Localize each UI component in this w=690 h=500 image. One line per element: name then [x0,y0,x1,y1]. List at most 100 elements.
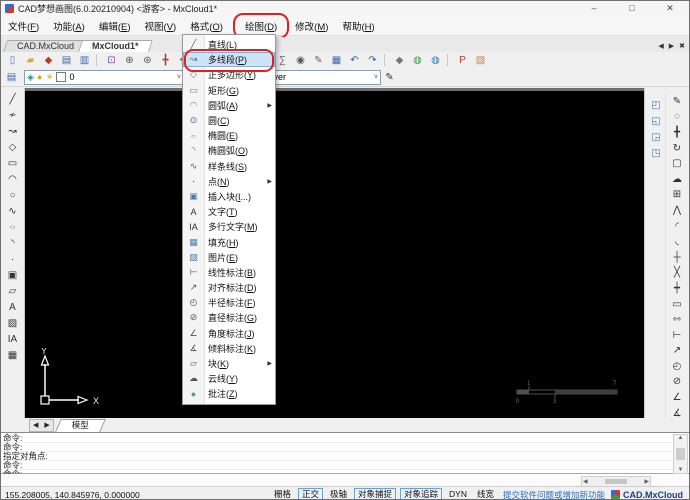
menubar-item-view[interactable]: 视图(V) [138,17,184,35]
menu-item-revcloud[interactable]: ☁云线(Y) [183,371,275,386]
scroll-right-icon[interactable]: ▶ [644,478,649,485]
dim-angular-button[interactable]: ∠ [669,390,686,405]
copy-base-button[interactable]: ◱ [648,114,665,129]
layout-next-button[interactable]: ▶ [41,421,52,429]
hatch-button[interactable]: ▦ [4,348,21,363]
image-button[interactable]: ▨ [4,316,21,331]
break-button[interactable]: ┼ [669,250,686,265]
insert-block-button[interactable]: ▣ [4,268,21,283]
menu-item-markup[interactable]: ●批注(Z) [183,386,275,401]
mtext-button[interactable]: IA [4,332,21,347]
scrollbar-thumb[interactable] [676,448,685,460]
document-tab-cad-mxcloud[interactable]: CAD.MxCloud [5,40,86,52]
web-blue-button[interactable]: ◍ [427,52,444,68]
menubar-item-modify[interactable]: 修改(M) [288,17,335,35]
menu-item-point[interactable]: ·点(N)▶ [183,174,275,189]
layout-prev-button[interactable]: ◀ [30,421,41,429]
cloud-button[interactable]: ☁ [669,172,686,187]
tab-prev-button[interactable]: ◀ [658,42,663,50]
save-all-button[interactable]: ▦ [328,52,345,68]
rotate-button[interactable]: ↻ [669,141,686,156]
line-button[interactable]: ╱ [4,92,21,107]
menu-item-spline[interactable]: ∿样条线(S) [183,159,275,174]
document-tab-mxcloud1[interactable]: MxCloud1* [80,40,151,52]
toggle-ortho[interactable]: 正交 [298,488,323,500]
open-file-button[interactable]: ▰ [22,52,39,68]
spline-button[interactable]: ∿ [4,204,21,219]
modify-draw-button[interactable]: ✎ [669,94,686,109]
drawing-canvas[interactable]: Y X 1 7 0 3 [25,88,647,418]
block-button[interactable]: ▱ [4,284,21,299]
mirror-button[interactable]: ⋀ [669,203,686,218]
menu-item-line[interactable]: ╱直线(L) [183,37,275,52]
menu-item-dim-angular[interactable]: ∠角度标注(J) [183,326,275,341]
move-button[interactable]: ╋ [669,125,686,140]
model-tab[interactable]: 模型 [58,419,103,432]
menu-item-dim-diameter[interactable]: ⊘直径标注(G) [183,310,275,325]
menu-item-ellipse-arc[interactable]: ◝椭圆弧(O) [183,143,275,158]
menu-item-polygon[interactable]: ◇正多边形(Y) [183,67,275,82]
toggle-dyn[interactable]: DYN [446,489,470,500]
scroll-left-icon[interactable]: ◀ [583,478,588,485]
tab-next-button[interactable]: ▶ [669,42,674,50]
extend-button[interactable]: ┿ [669,281,686,296]
menubar-item-function[interactable]: 功能(A) [46,17,92,35]
menubar-item-file[interactable]: 文件(F) [1,17,46,35]
toggle-polar[interactable]: 极轴 [327,489,350,500]
pan-button[interactable]: ╋ [157,52,174,68]
redo-button[interactable]: ↷ [364,52,381,68]
image-export-button[interactable]: ▧ [472,52,489,68]
undo-button[interactable]: ↶ [346,52,363,68]
copy-button[interactable]: ◰ [648,98,665,113]
menubar-item-edit[interactable]: 编辑(E) [92,17,138,35]
toggle-osnap[interactable]: 对象捕捉 [354,488,396,500]
menu-item-insert-block[interactable]: ▣插入块(I...) [183,189,275,204]
ellipse-button[interactable]: ○ [4,220,21,235]
zoom-window-button[interactable]: ⊡ [103,52,120,68]
menubar-item-help[interactable]: 帮助(H) [335,17,381,35]
toggle-grid[interactable]: 栅格 [271,489,294,500]
pdf-export-button[interactable]: P [454,52,471,68]
scale-button[interactable]: ▢ [669,156,686,171]
menu-item-circle[interactable]: ⊙圆(C) [183,113,275,128]
minimize-button[interactable]: – [575,1,613,16]
xline-button[interactable]: ≁ [4,108,21,123]
toggle-lineweight[interactable]: 线宽 [474,489,497,500]
menu-item-block[interactable]: ▱块(K)▶ [183,356,275,371]
menu-item-mtext[interactable]: IA多行文字(M) [183,219,275,234]
text-button[interactable]: A [4,300,21,315]
menubar-item-format[interactable]: 格式(O) [183,17,230,35]
command-scrollbar[interactable]: ▲ ▼ [673,434,688,474]
menu-item-dim-radius[interactable]: ◴半径标注(F) [183,295,275,310]
circle-button[interactable]: ○ [4,188,21,203]
stretch-button[interactable]: ⇿ [669,312,686,327]
group-button[interactable]: ◉ [292,52,309,68]
dim-diameter-button[interactable]: ⊘ [669,375,686,390]
arc-button[interactable]: ◠ [4,172,21,187]
open-cloud-button[interactable]: ◆ [40,52,57,68]
measure-button[interactable]: ∑ [274,52,291,68]
menu-item-image[interactable]: ▨图片(E) [183,250,275,265]
polyline-button[interactable]: ↝ [4,124,21,139]
point-button[interactable]: · [4,252,21,267]
fillet-button[interactable]: ◜ [669,219,686,234]
menu-item-dim-aligned[interactable]: ↗对齐标注(D) [183,280,275,295]
web-green-button[interactable]: ◍ [409,52,426,68]
chamfer-button[interactable]: ◟ [669,234,686,249]
paste-button[interactable]: ◲ [648,130,665,145]
brush-button[interactable]: ✎ [310,52,327,68]
layer-combobox[interactable]: ◈ ● ☀ 0 ˅ [24,70,184,85]
menu-item-arc[interactable]: ◠圆弧(A)▶ [183,98,275,113]
zoom-extents-button[interactable]: ⊛ [139,52,156,68]
close-button[interactable]: ✕ [651,1,689,16]
tab-close-button[interactable]: ✖ [679,42,685,50]
new-file-button[interactable]: ▯ [4,52,21,68]
paste-block-button[interactable]: ◳ [648,146,665,161]
feedback-link[interactable]: 提交软件问题或增加新功能 [503,489,605,500]
dim-aligned-button[interactable]: ↗ [669,344,686,359]
layers-button[interactable]: ▤ [3,69,20,85]
link-button[interactable]: ◆ [391,52,408,68]
rect-edit-button[interactable]: ▭ [669,297,686,312]
dim-linear-button[interactable]: ⊢ [669,328,686,343]
pen-button[interactable]: ✎ [381,69,398,85]
